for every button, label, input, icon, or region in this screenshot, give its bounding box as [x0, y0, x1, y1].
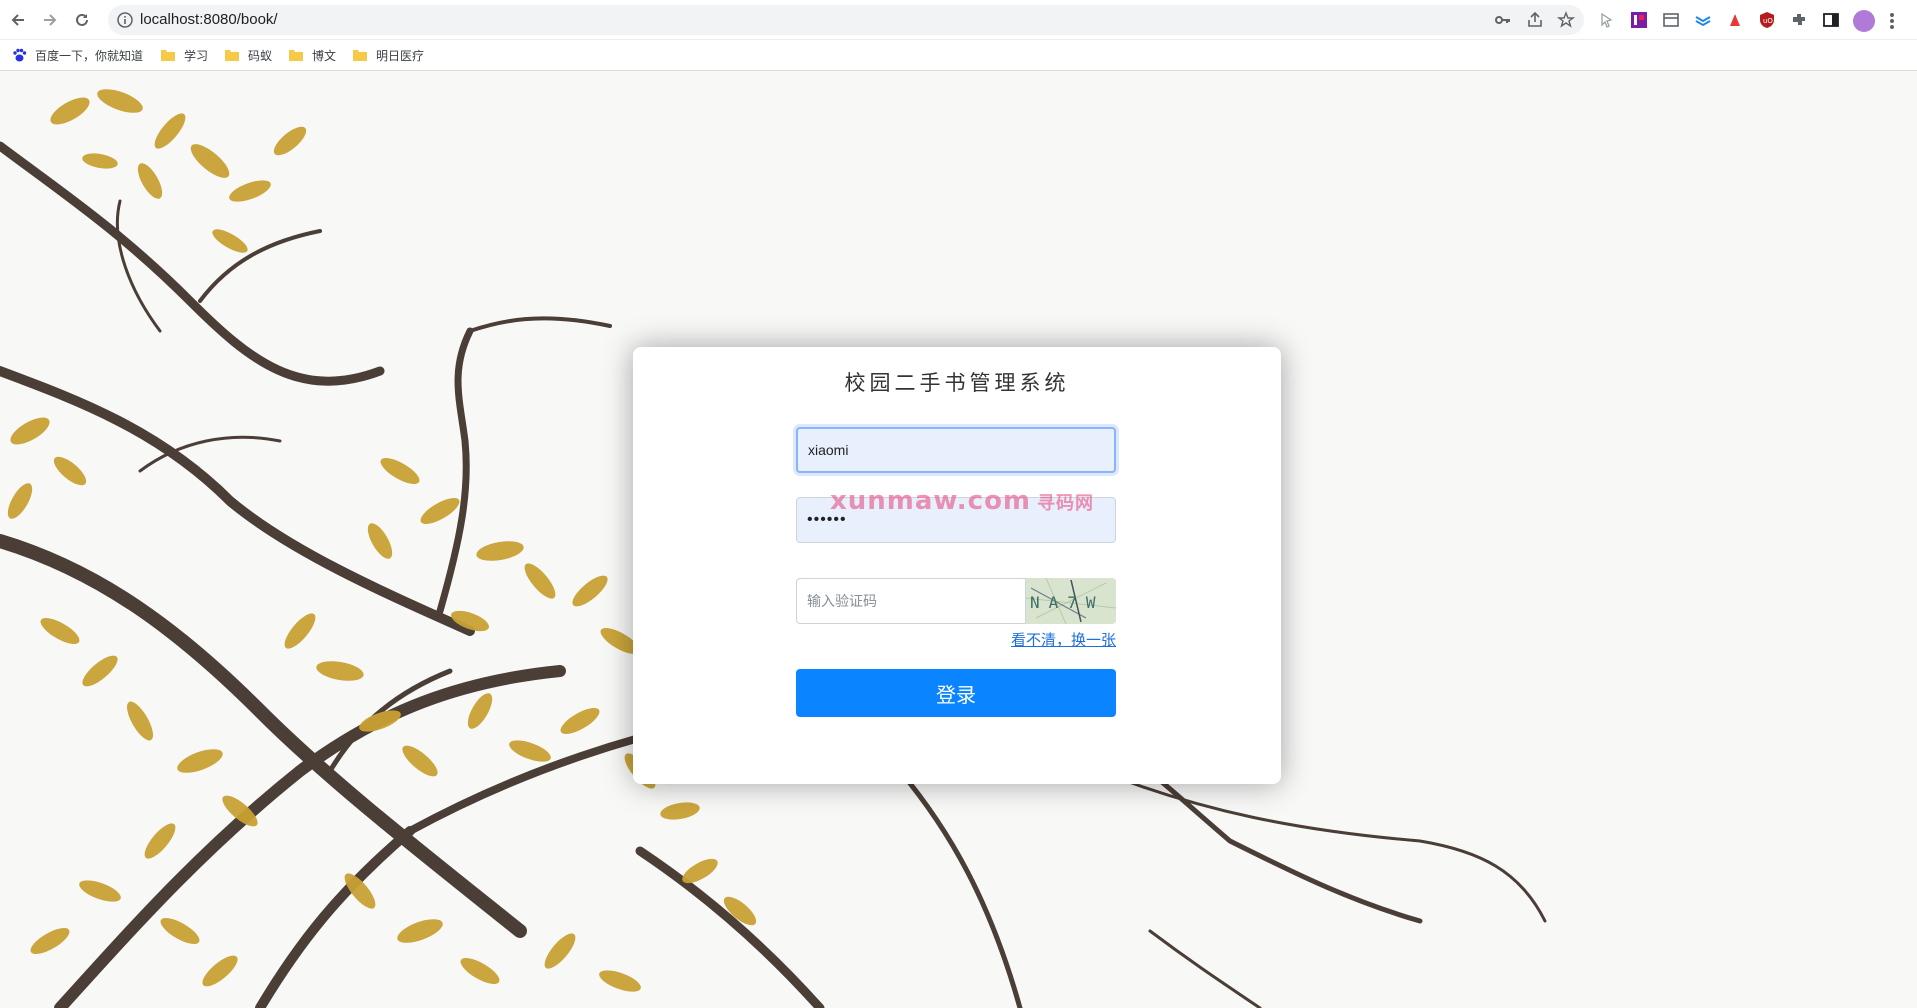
star-bookmark-icon[interactable]	[1557, 11, 1575, 29]
red-extension-icon[interactable]	[1726, 11, 1744, 29]
login-button[interactable]: 登录	[796, 669, 1116, 717]
page-viewport: 校园二手书管理系统 NA7W 看不清，换一张 登录 xunmaw.com寻码网	[0, 71, 1917, 1008]
captcha-text: NA7W	[1030, 593, 1105, 612]
bookmark-folder-study[interactable]: 学习	[161, 46, 208, 64]
address-bar[interactable]: localhost:8080/book/	[108, 5, 1584, 35]
login-card: 校园二手书管理系统 NA7W 看不清，换一张 登录	[633, 347, 1281, 784]
cursor-extension-icon[interactable]	[1598, 11, 1616, 29]
browser-toolbar: localhost:8080/book/ uO	[0, 0, 1917, 40]
folder-icon	[161, 50, 175, 61]
layers-extension-icon[interactable]	[1694, 11, 1712, 29]
forward-button[interactable]	[38, 8, 62, 32]
side-panel-icon[interactable]	[1822, 11, 1840, 29]
store-extension-icon[interactable]	[1662, 11, 1680, 29]
puzzle-extensions-icon[interactable]	[1790, 11, 1808, 29]
bookmark-label: 百度一下，你就知道	[35, 48, 144, 63]
bookmark-folder-bowen[interactable]: 博文	[289, 46, 336, 64]
info-icon[interactable]	[116, 11, 134, 29]
bookmark-label: 明日医疗	[376, 48, 425, 63]
captcha-image[interactable]: NA7W	[1026, 578, 1116, 624]
baidu-paw-icon	[13, 48, 27, 61]
bookmark-folder-mayi[interactable]: 码蚁	[225, 46, 272, 64]
profile-avatar[interactable]	[1853, 10, 1875, 32]
ublock-shield-icon[interactable]: uO	[1758, 11, 1776, 29]
watermark: xunmaw.com 寻码网	[830, 486, 1094, 516]
watermark-cn: 寻码网	[1037, 493, 1095, 514]
page-title: 校园二手书管理系统	[844, 371, 1070, 395]
forward-arrow-icon	[44, 14, 57, 26]
back-button[interactable]	[6, 8, 30, 32]
folder-icon	[353, 50, 367, 61]
url-text[interactable]: localhost:8080/book/	[140, 11, 278, 28]
bookmark-label: 学习	[184, 48, 209, 63]
captcha-drawing: NA7W	[1026, 578, 1116, 624]
bookmark-label: 博文	[312, 48, 337, 63]
back-arrow-icon	[11, 14, 24, 26]
bookmark-folder-mingri[interactable]: 明日医疗	[353, 46, 424, 64]
folder-icon	[289, 50, 303, 61]
refresh-captcha-link[interactable]: 看不清，换一张	[1005, 629, 1116, 650]
more-menu-icon[interactable]	[1886, 10, 1898, 32]
captcha-input[interactable]	[796, 578, 1026, 624]
svg-text:uO: uO	[1763, 17, 1773, 25]
reload-icon	[76, 13, 88, 26]
purple-extension-icon[interactable]	[1630, 11, 1648, 29]
bookmarks-bar: 百度一下，你就知道 学习 码蚁 博文 明日医疗	[0, 40, 1917, 71]
share-icon[interactable]	[1526, 11, 1544, 29]
key-icon[interactable]	[1494, 11, 1512, 29]
bookmark-label: 码蚁	[248, 48, 273, 63]
username-input[interactable]	[796, 427, 1116, 473]
watermark-text: xunmaw.com	[830, 486, 1032, 516]
folder-icon	[225, 50, 239, 61]
reload-button[interactable]	[70, 8, 94, 32]
bookmark-baidu[interactable]: 百度一下，你就知道	[12, 46, 143, 64]
